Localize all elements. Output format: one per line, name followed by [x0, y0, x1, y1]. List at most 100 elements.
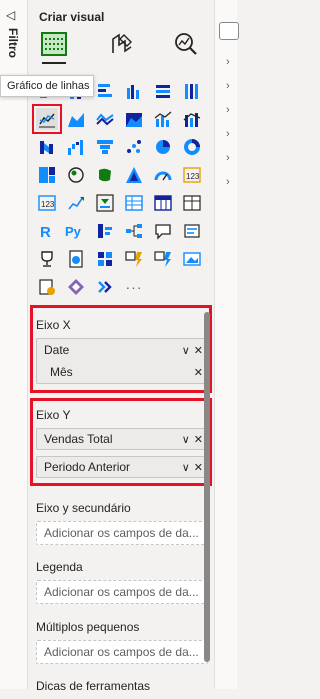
more-visuals-button[interactable]: ···: [123, 276, 145, 298]
svg-text:Py: Py: [65, 224, 82, 239]
paginated-report-icon[interactable]: [65, 248, 87, 270]
remove-field-icon[interactable]: ✕: [194, 366, 203, 379]
format-visual-icon: [112, 33, 132, 53]
area-chart-icon[interactable]: [65, 108, 87, 130]
map-icon[interactable]: [65, 164, 87, 186]
field-label: Date: [44, 343, 70, 357]
python-table-icon[interactable]: [181, 192, 203, 214]
treemap-icon[interactable]: [36, 164, 58, 186]
legend-dropzone[interactable]: Adicionar os campos de da...: [36, 580, 208, 604]
field-label: Periodo Anterior: [44, 460, 131, 474]
legend-title: Legenda: [36, 560, 83, 574]
azure-map-icon[interactable]: [123, 164, 145, 186]
y-axis-title: Eixo Y: [36, 408, 71, 422]
100-bar-icon[interactable]: [152, 80, 174, 102]
pane-title: Criar visual: [39, 10, 105, 24]
secondary-y-well: Eixo y secundário Adicionar os campos de…: [36, 501, 208, 545]
search-box[interactable]: [219, 22, 239, 40]
secondary-y-dropzone[interactable]: Adicionar os campos de da...: [36, 521, 208, 545]
x-axis-well: Eixo X Date ∨ ✕ Mês ✕: [36, 318, 208, 384]
format-visual-button[interactable]: [106, 28, 138, 60]
stacked-area-icon[interactable]: [94, 108, 116, 130]
matrix-icon[interactable]: [152, 192, 174, 214]
x-axis-field-date[interactable]: Date ∨ ✕: [37, 339, 207, 361]
svg-text:123: 123: [41, 200, 55, 209]
secondary-y-title: Eixo y secundário: [36, 501, 131, 515]
y-axis-field-vendas-total[interactable]: Vendas Total ∨ ✕: [36, 428, 208, 450]
python-visual-icon[interactable]: Py: [65, 220, 87, 242]
legend-well: Legenda Adicionar os campos de da...: [36, 560, 208, 604]
svg-text:R: R: [40, 224, 51, 240]
goals-icon[interactable]: [36, 248, 58, 270]
analytics-button[interactable]: [170, 28, 202, 60]
table-icon[interactable]: [123, 192, 145, 214]
small-multiples-dropzone[interactable]: Adicionar os campos de da...: [36, 640, 208, 664]
y-axis-well: Eixo Y Vendas Total ∨ ✕ Periodo Anterior…: [36, 408, 208, 480]
power-automate-icon[interactable]: [123, 248, 145, 270]
filters-pane-collapsed[interactable]: ◁ Filtro: [0, 0, 28, 689]
remove-field-icon[interactable]: ✕: [194, 461, 203, 474]
chevron-down-icon[interactable]: ∨: [182, 461, 190, 474]
chevron-down-icon[interactable]: ∨: [182, 344, 190, 357]
tooltip: Gráfico de linhas: [0, 75, 94, 97]
qa-icon[interactable]: [152, 220, 174, 242]
clustered-bar-icon[interactable]: [94, 80, 116, 102]
multi-row-card-icon[interactable]: 123: [36, 192, 58, 214]
y-axis-field-periodo-anterior[interactable]: Periodo Anterior ∨ ✕: [36, 456, 208, 478]
build-visual-button[interactable]: [38, 28, 70, 64]
svg-text:123: 123: [186, 172, 200, 181]
image-visual-icon[interactable]: [181, 248, 203, 270]
power-apps-icon[interactable]: [94, 248, 116, 270]
remove-field-icon[interactable]: ✕: [194, 344, 203, 357]
field-label: Vendas Total: [44, 432, 113, 446]
diamond-visual-icon[interactable]: [65, 276, 87, 298]
chevron-right-icon[interactable]: ›: [226, 56, 230, 68]
chevron-right-icon[interactable]: ›: [226, 128, 230, 140]
chevron-right-icon[interactable]: ›: [226, 152, 230, 164]
scrollbar-thumb[interactable]: [204, 312, 210, 662]
chevron-down-icon[interactable]: ∨: [182, 433, 190, 446]
x-axis-field-month[interactable]: Mês ✕: [37, 361, 207, 383]
slicer-icon[interactable]: [94, 192, 116, 214]
field-label: Mês: [50, 365, 73, 379]
pie-chart-icon[interactable]: [152, 136, 174, 158]
gauge-icon[interactable]: [152, 164, 174, 186]
smart-narrative-icon[interactable]: [181, 220, 203, 242]
tooltips-title: Dicas de ferramentas: [36, 679, 151, 693]
line-clustered-column-icon[interactable]: [152, 108, 174, 130]
waterfall-icon[interactable]: [65, 136, 87, 158]
filters-pane-label: Filtro: [6, 28, 20, 58]
filled-map-icon[interactable]: [94, 164, 116, 186]
small-multiples-well: Múltiplos pequenos Adicionar os campos d…: [36, 620, 208, 664]
data-pane-collapsed: › › › › › ›: [214, 0, 239, 689]
r-visual-icon[interactable]: R: [36, 220, 58, 242]
scatter-icon[interactable]: [123, 136, 145, 158]
remove-field-icon[interactable]: ✕: [194, 433, 203, 446]
100-area-icon[interactable]: [123, 108, 145, 130]
x-axis-title: Eixo X: [36, 318, 71, 332]
tooltips-well: Dicas de ferramentas: [36, 679, 208, 699]
donut-chart-icon[interactable]: [181, 136, 203, 158]
small-multiples-title: Múltiplos pequenos: [36, 620, 140, 634]
line-chart-icon[interactable]: [32, 104, 62, 134]
clustered-column-icon[interactable]: [123, 80, 145, 102]
chevrons-visual-icon[interactable]: [94, 276, 116, 298]
more-dots-icon: ···: [125, 279, 143, 295]
100-column-icon[interactable]: [181, 80, 203, 102]
collapse-arrow-icon[interactable]: ◁: [6, 8, 15, 22]
chevron-right-icon[interactable]: ›: [226, 80, 230, 92]
custom-visual-icon[interactable]: [36, 276, 58, 298]
funnel-icon[interactable]: [94, 136, 116, 158]
kpi-icon[interactable]: [65, 192, 87, 214]
chevron-right-icon[interactable]: ›: [226, 104, 230, 116]
key-influencers-icon[interactable]: [94, 220, 116, 242]
arcgis-icon[interactable]: [152, 248, 174, 270]
decomposition-tree-icon[interactable]: [123, 220, 145, 242]
visualizations-pane: Criar visual 123 123 R Py ··· Gráfico de…: [0, 0, 214, 693]
chevron-right-icon[interactable]: ›: [226, 176, 230, 188]
visual-gallery: 123 123 R Py ···: [32, 80, 208, 298]
build-visual-icon: [41, 32, 67, 56]
ribbon-chart-icon[interactable]: [36, 136, 58, 158]
card-icon[interactable]: 123: [181, 164, 203, 186]
line-stacked-column-icon[interactable]: [181, 108, 203, 130]
